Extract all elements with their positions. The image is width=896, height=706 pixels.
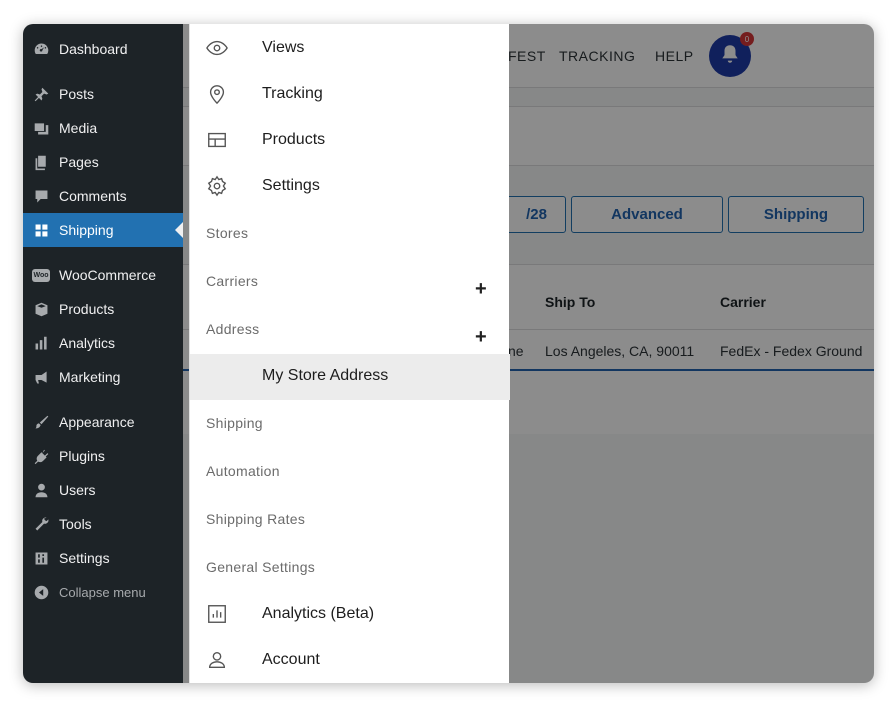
menu-label: Tracking xyxy=(262,85,323,102)
sidebar-item-label: Media xyxy=(59,120,98,136)
sidebar-item-comments[interactable]: Comments xyxy=(23,179,183,213)
expand-plus-icon[interactable]: + xyxy=(475,279,487,299)
analytics-chart-icon xyxy=(206,603,228,625)
plug-icon xyxy=(32,447,50,465)
sidebar-item-label: Tools xyxy=(59,516,92,532)
eye-icon xyxy=(206,37,228,59)
menu-item-products[interactable]: Products xyxy=(190,117,510,163)
menu-item-my-store-address[interactable]: My Store Address xyxy=(190,354,510,400)
collapse-menu-button[interactable]: Collapse menu xyxy=(23,575,183,609)
sidebar-item-label: Analytics xyxy=(59,335,116,351)
menu-item-analytics-beta[interactable]: Analytics (Beta) xyxy=(190,591,510,637)
section-label: Automation xyxy=(206,463,280,479)
sidebar-item-label: Settings xyxy=(59,550,110,566)
sidebar-item-label: Comments xyxy=(59,188,127,204)
menu-item-account[interactable]: Account xyxy=(190,637,510,683)
media-icon xyxy=(32,119,50,137)
menu-label: Account xyxy=(262,651,320,668)
collapse-arrow-icon xyxy=(32,583,50,601)
menu-item-settings[interactable]: Settings xyxy=(190,163,510,209)
sidebar-item-pages[interactable]: Pages xyxy=(23,145,183,179)
section-label: General Settings xyxy=(206,559,316,575)
dashboard-icon xyxy=(32,40,50,58)
comment-bubble-icon xyxy=(32,187,50,205)
layout-table-icon xyxy=(206,129,228,151)
person-icon xyxy=(206,649,228,671)
app-window: Dashboard Posts Media Pages Comments Shi… xyxy=(23,24,874,683)
menu-section-general-settings[interactable]: General Settings xyxy=(190,545,510,591)
section-label: Stores xyxy=(206,225,249,241)
menu-section-carriers[interactable]: Carriers + xyxy=(190,259,510,305)
menu-section-stores[interactable]: Stores xyxy=(190,211,510,257)
plugin-nav-menu: Views Tracking Products Settings Stores … xyxy=(189,24,510,683)
sidebar-item-woocommerce[interactable]: Woo WooCommerce xyxy=(23,258,183,292)
sidebar-item-label: Posts xyxy=(59,86,95,102)
menu-section-shipping[interactable]: Shipping xyxy=(190,401,510,447)
bar-chart-icon xyxy=(32,334,50,352)
sidebar-item-posts[interactable]: Posts xyxy=(23,77,183,111)
sidebar-item-users[interactable]: Users xyxy=(23,473,183,507)
sidebar-item-analytics[interactable]: Analytics xyxy=(23,326,183,360)
sidebar-item-label: Plugins xyxy=(59,448,105,464)
location-pin-icon xyxy=(206,83,228,105)
menu-label: Analytics (Beta) xyxy=(262,605,375,622)
wrench-icon xyxy=(32,515,50,533)
menu-label: Products xyxy=(262,131,326,148)
sidebar-item-media[interactable]: Media xyxy=(23,111,183,145)
section-label: Shipping xyxy=(206,415,263,431)
sidebar-item-label: Products xyxy=(59,301,115,317)
menu-section-automation[interactable]: Automation xyxy=(190,449,510,495)
admin-sidebar: Dashboard Posts Media Pages Comments Shi… xyxy=(23,24,183,683)
sidebar-item-label: Shipping xyxy=(59,222,114,238)
menu-section-shipping-rates[interactable]: Shipping Rates xyxy=(190,497,510,543)
sidebar-item-marketing[interactable]: Marketing xyxy=(23,360,183,394)
menu-section-address[interactable]: Address + xyxy=(190,307,510,353)
sidebar-item-shipping[interactable]: Shipping xyxy=(23,213,183,247)
sidebar-item-label: Appearance xyxy=(59,414,135,430)
sidebar-item-label: WooCommerce xyxy=(59,267,156,283)
pushpin-icon xyxy=(32,85,50,103)
sidebar-item-tools[interactable]: Tools xyxy=(23,507,183,541)
sidebar-item-label: Pages xyxy=(59,154,99,170)
sidebar-item-settings[interactable]: Settings xyxy=(23,541,183,575)
menu-label: Views xyxy=(262,39,305,56)
sidebar-item-plugins[interactable]: Plugins xyxy=(23,439,183,473)
expand-plus-icon[interactable]: + xyxy=(475,327,487,347)
megaphone-icon xyxy=(32,368,50,386)
menu-item-views[interactable]: Views xyxy=(190,25,510,71)
section-label: Address xyxy=(206,321,260,337)
sidebar-item-label: Users xyxy=(59,482,96,498)
sliders-icon xyxy=(32,549,50,567)
sidebar-item-label: Dashboard xyxy=(59,41,128,57)
box-icon xyxy=(32,300,50,318)
section-label: Carriers xyxy=(206,273,259,289)
section-label: Shipping Rates xyxy=(206,511,306,527)
sidebar-item-products[interactable]: Products xyxy=(23,292,183,326)
gear-icon xyxy=(206,175,228,197)
paintbrush-icon xyxy=(32,413,50,431)
sidebar-item-label: Collapse menu xyxy=(59,584,146,600)
woocommerce-icon: Woo xyxy=(32,266,50,284)
menu-label: My Store Address xyxy=(262,367,389,384)
grid-icon xyxy=(32,221,50,239)
menu-item-tracking[interactable]: Tracking xyxy=(190,71,510,117)
sidebar-item-label: Marketing xyxy=(59,369,121,385)
sidebar-item-dashboard[interactable]: Dashboard xyxy=(23,32,183,66)
user-icon xyxy=(32,481,50,499)
sidebar-item-appearance[interactable]: Appearance xyxy=(23,405,183,439)
menu-label: Settings xyxy=(262,177,320,194)
pages-icon xyxy=(32,153,50,171)
